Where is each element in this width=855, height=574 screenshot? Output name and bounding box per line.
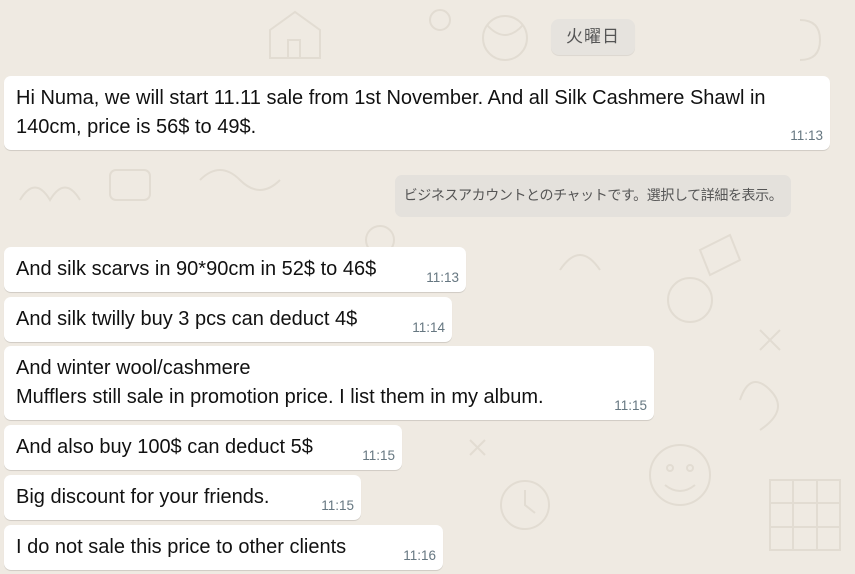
business-account-notice[interactable]: ビジネスアカウントとのチャットです。選択して詳細を表示。 — [395, 175, 791, 217]
message-time: 11:13 — [790, 128, 823, 143]
message-bubble[interactable]: And silk twilly buy 3 pcs can deduct 4$ … — [4, 297, 452, 342]
message-bubble[interactable]: Hi Numa, we will start 11.11 sale from 1… — [4, 76, 830, 150]
message-text: And silk twilly buy 3 pcs can deduct 4$ — [16, 308, 358, 330]
date-divider: 火曜日 — [551, 19, 635, 55]
message-bubble[interactable]: And winter wool/cashmere Mufflers still … — [4, 346, 654, 420]
message-text: I do not sale this price to other client… — [16, 536, 347, 558]
message-text: And silk scarvs in 90*90cm in 52$ to 46$ — [16, 258, 377, 280]
message-text: And winter wool/cashmere Mufflers still … — [16, 357, 544, 408]
message-bubble[interactable]: And silk scarvs in 90*90cm in 52$ to 46$… — [4, 247, 466, 292]
message-bubble[interactable]: Big discount for your friends. 11:15 — [4, 475, 361, 520]
message-bubble[interactable]: I do not sale this price to other client… — [4, 525, 443, 570]
message-time: 11:15 — [362, 448, 395, 463]
chat-area[interactable]: 火曜日 Hi Numa, we will start 11.11 sale fr… — [0, 0, 855, 574]
message-text: Hi Numa, we will start 11.11 sale from 1… — [16, 87, 766, 138]
message-text: And also buy 100$ can deduct 5$ — [16, 436, 313, 458]
message-text: Big discount for your friends. — [16, 486, 270, 508]
message-time: 11:13 — [426, 270, 459, 285]
message-time: 11:15 — [321, 498, 354, 513]
message-time: 11:16 — [403, 548, 436, 563]
message-time: 11:15 — [614, 398, 647, 413]
message-bubble[interactable]: And also buy 100$ can deduct 5$ 11:15 — [4, 425, 402, 470]
message-time: 11:14 — [412, 320, 445, 335]
